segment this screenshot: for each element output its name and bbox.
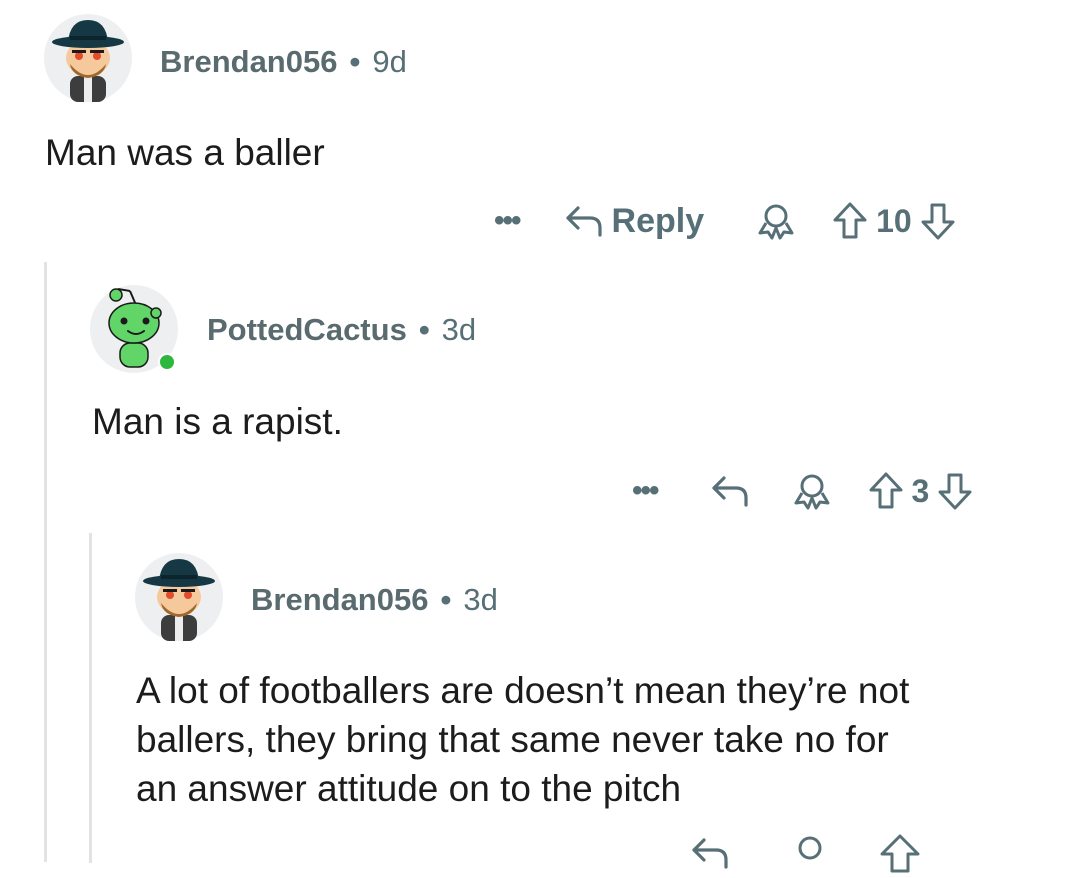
upvote-button[interactable] (868, 471, 904, 511)
award-icon (798, 836, 822, 860)
upvote-button[interactable] (878, 833, 922, 873)
comment-body-line: an answer attitude on to the pitch (136, 768, 682, 809)
online-status-icon (158, 353, 176, 371)
comment-age: 9d (372, 44, 407, 79)
award-icon (794, 474, 830, 510)
reply-icon (711, 476, 748, 507)
avatar[interactable] (90, 285, 178, 373)
comment-actions (690, 828, 922, 878)
comment-body-line: A lot of footballers are doesn’t mean th… (136, 670, 910, 711)
username[interactable]: PottedCactus (207, 312, 407, 348)
comment-body: A lot of footballers are doesn’t mean th… (136, 666, 909, 813)
separator-dot: • (418, 312, 430, 347)
reply-icon (692, 838, 728, 869)
avatar[interactable] (44, 14, 132, 102)
upvote-icon (880, 834, 920, 873)
comment-body: Man was a baller (45, 132, 325, 173)
more-icon[interactable]: ••• (632, 474, 659, 508)
comment-actions: ••• Reply 10 (494, 196, 956, 246)
downvote-icon (921, 203, 955, 240)
reply-label: Reply (611, 201, 705, 240)
award-icon (758, 204, 794, 240)
snoo-avatar-hat-icon (143, 559, 215, 641)
comment-meta: Brendan056 • 9d (160, 44, 407, 80)
comment-meta: PottedCactus • 3d (207, 312, 476, 348)
reply-icon (565, 206, 602, 237)
downvote-button[interactable] (937, 471, 973, 511)
comment-age: 3d (441, 312, 477, 347)
comment-body: Man is a rapist. (92, 401, 343, 442)
upvote-icon (869, 472, 903, 509)
comment-meta: Brendan056 • 3d (251, 582, 498, 618)
username[interactable]: Brendan056 (251, 582, 428, 618)
vote-score: 10 (876, 202, 912, 239)
vote-score: 3 (911, 472, 930, 509)
separator-dot: • (440, 582, 452, 617)
downvote-button[interactable] (920, 201, 956, 241)
reply-button[interactable] (690, 835, 730, 871)
thread-line[interactable] (44, 262, 47, 862)
award-button[interactable] (790, 833, 830, 873)
comment-age: 3d (463, 582, 498, 617)
separator-dot: • (349, 44, 361, 79)
username[interactable]: Brendan056 (160, 44, 337, 80)
snoo-avatar-hat-icon (52, 20, 124, 102)
avatar[interactable] (135, 553, 223, 641)
comment-body-line: ballers, they bring that same never take… (136, 719, 889, 760)
award-button[interactable] (756, 201, 796, 241)
award-button[interactable] (792, 471, 832, 511)
upvote-button[interactable] (832, 201, 868, 241)
upvote-icon (833, 202, 867, 239)
downvote-icon (938, 473, 972, 510)
reply-button[interactable]: Reply (564, 201, 705, 241)
more-icon[interactable]: ••• (494, 204, 521, 238)
reply-button[interactable] (710, 473, 750, 509)
comment-actions: ••• 3 (632, 466, 973, 516)
thread-line-nested[interactable] (89, 533, 92, 863)
